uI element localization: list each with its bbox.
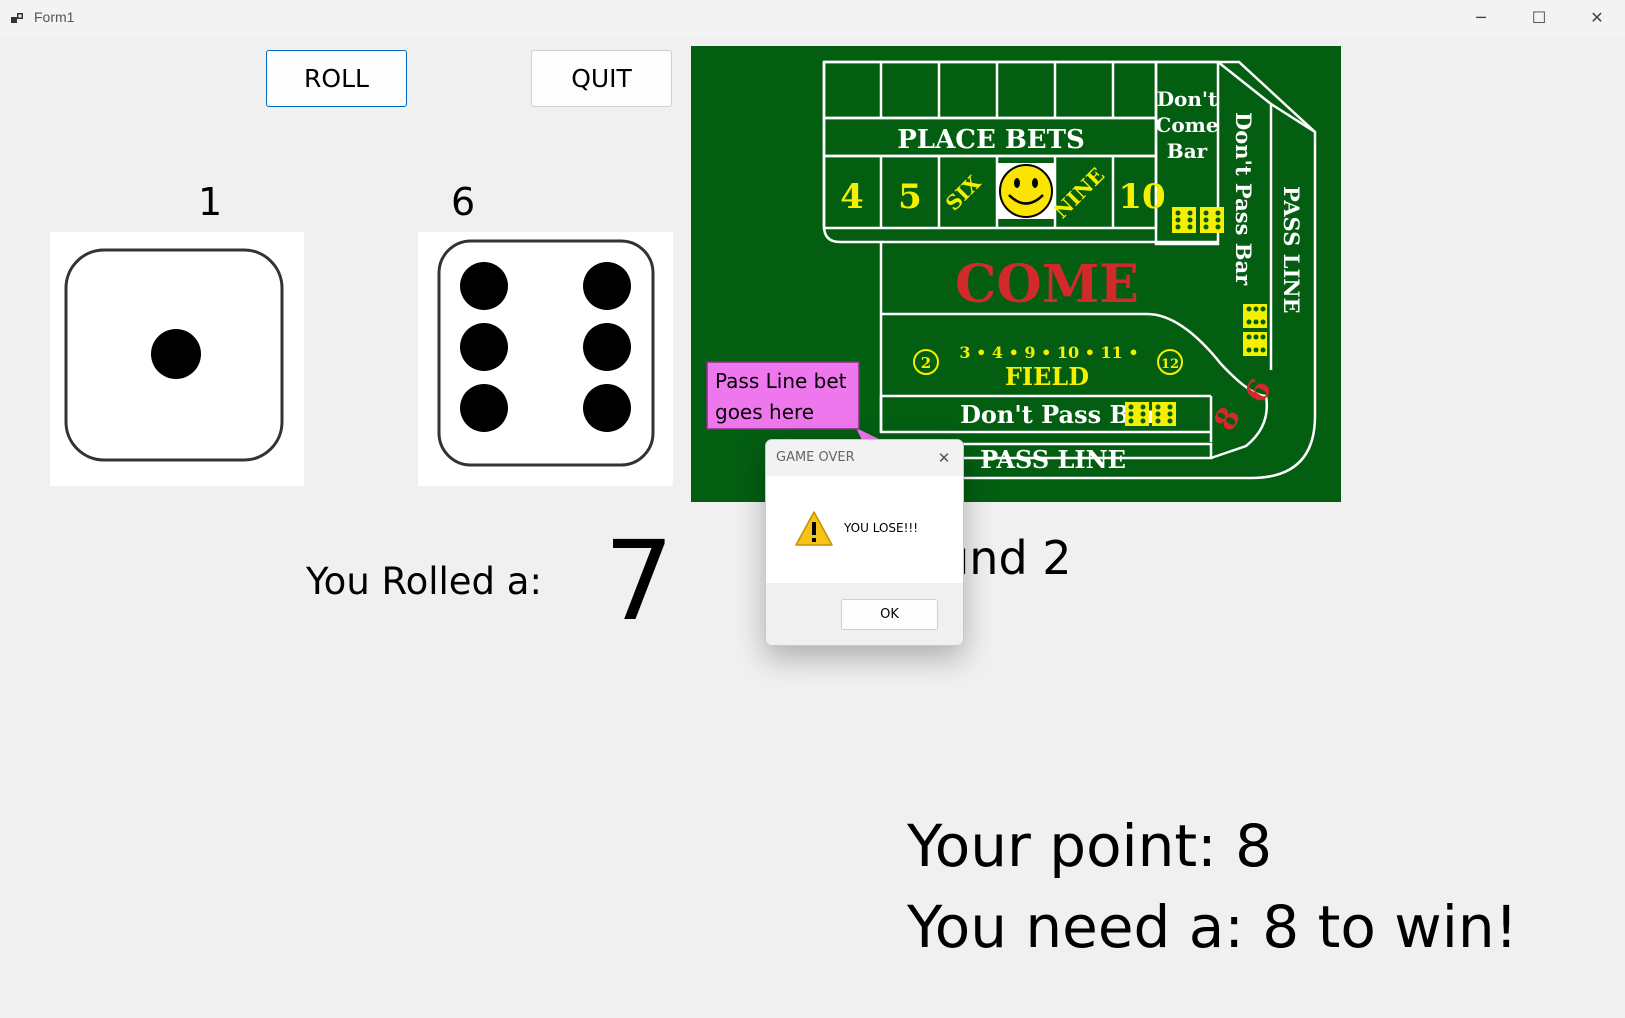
svg-text:2: 2 [921,354,931,372]
callout-line-1: Pass Line bet [715,369,847,393]
die-pip [583,323,631,371]
dont-come-bar-label-1: Don't [1157,87,1218,111]
die-pip [583,262,631,310]
place-number-5: 5 [898,177,922,217]
warning-icon [795,511,833,546]
die1-value-label: 1 [198,180,223,224]
need-label: You need a: 8 to win! [907,893,1518,961]
dialog-close-button[interactable]: ✕ [932,446,956,470]
place-bets-label: PLACE BETS [897,125,1084,155]
callout-line-2: goes here [715,400,814,424]
field-numbers: 3 • 4 • 9 • 10 • 11 • [959,343,1138,362]
pass-line-vertical-label: PASS LINE [1279,186,1304,314]
minimize-button[interactable]: ─ [1452,0,1510,36]
die-pip [460,323,508,371]
maximize-button[interactable]: ☐ [1510,0,1568,36]
svg-text:12: 12 [1161,357,1179,372]
ok-button[interactable]: OK [841,599,938,630]
dialog-title-bar: GAME OVER ✕ [766,440,963,476]
die2-value-label: 6 [451,180,476,224]
rolled-value: 7 [604,517,674,645]
dont-come-bar-label-2: Come [1155,113,1218,137]
point-label: Your point: 8 [907,812,1273,880]
die-pip [460,262,508,310]
place-number-4: 4 [840,177,864,217]
dont-come-bar-label-3: Bar [1167,139,1208,163]
die-pip [460,384,508,432]
app-icon [11,13,23,23]
title-bar: Form1 ─ ☐ ✕ [0,0,1625,36]
die2-image [418,232,673,486]
game-over-dialog: GAME OVER ✕ YOU LOSE!!! OK [765,439,964,646]
dont-pass-bar-vertical-label: Don't Pass Bar [1231,112,1256,286]
craps-board-image: PLACE BETS 4 5 SIX NINE 10 Don't Come Ba… [691,46,1341,502]
rolled-label: You Rolled a: [306,560,542,603]
smiley-marker-icon [998,163,1054,219]
die-pip [583,384,631,432]
quit-button[interactable]: QUIT [531,50,672,107]
dialog-title: GAME OVER [776,450,855,465]
roll-button[interactable]: ROLL [266,50,407,107]
pass-line-label: PASS LINE [980,445,1126,474]
close-button[interactable]: ✕ [1568,0,1625,36]
dialog-message: YOU LOSE!!! [844,521,919,535]
place-number-10: 10 [1118,177,1165,217]
die-pip [151,329,201,379]
come-label: COME [955,254,1139,315]
die1-image [50,232,304,486]
dialog-footer: OK [766,583,963,645]
field-label: FIELD [1005,362,1089,391]
window-title: Form1 [34,9,75,25]
